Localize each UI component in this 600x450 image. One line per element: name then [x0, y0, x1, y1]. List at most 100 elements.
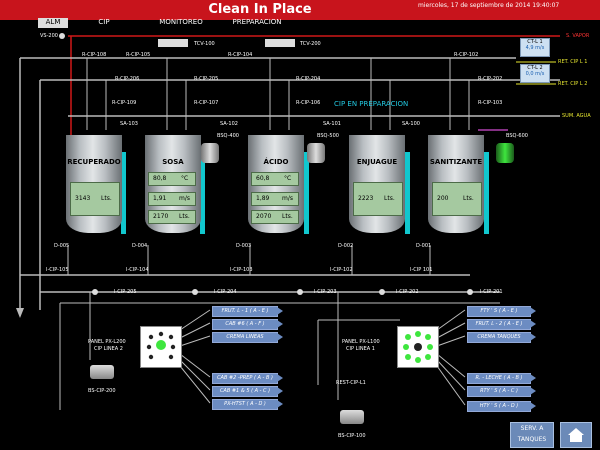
panel-px-l100[interactable] — [397, 326, 439, 368]
flow-value: 1,91 — [153, 195, 167, 202]
pump-label: BS-CIP-200 — [88, 388, 116, 394]
drain-label: D-003 — [236, 243, 252, 249]
dest-left[interactable]: CREMA LINEAS — [212, 332, 283, 343]
dest-left[interactable]: CAB #1 & 5 ( A - C ) — [212, 386, 283, 397]
dest-left[interactable]: CAB #6 ( A - F ) — [212, 319, 283, 330]
prep-status: CIP EN PREPARACION — [334, 100, 409, 108]
flow-unit: m/s — [179, 195, 190, 202]
rest-label: REST-CIP-L1 — [336, 380, 366, 386]
tank-label: SANITIZANTE — [429, 158, 483, 166]
valve-label: SA-101 — [323, 121, 341, 127]
valve-label: TCV-100 — [194, 41, 215, 47]
valve-label: BSQ-400 — [217, 133, 239, 139]
temp-value: 60,8 — [256, 175, 270, 182]
flow-value: 1,89 — [256, 195, 270, 202]
level-unit: Lts. — [463, 195, 474, 202]
valve-label: R-CIP-205 — [194, 76, 219, 82]
panel-px-l200[interactable] — [140, 326, 182, 368]
icip-label: I-CIP-103 — [230, 267, 253, 273]
temp-display: 80,8 °C — [148, 172, 196, 186]
serv-tanques-button[interactable]: SERV. A TANQUES — [510, 422, 554, 448]
line-label-agua: SUM. AGUA — [562, 113, 591, 119]
valve-label: R-CIP-106 — [296, 100, 321, 106]
panel-title: PANEL PX-L100 — [342, 339, 380, 345]
icip-label: I-CIP-201 — [480, 289, 503, 295]
flow-box-l1: CT-L 1 4,9 m/s — [520, 38, 550, 57]
pump-bsq-600[interactable] — [496, 143, 514, 163]
dest-right[interactable]: FTY ' S ( A - E ) — [467, 306, 536, 317]
level-value: 3143 — [75, 195, 91, 202]
valve-label: SA-100 — [402, 121, 420, 127]
valve-label: R-CIP-204 — [296, 76, 321, 82]
valve-label: R-CIP-102 — [454, 52, 479, 58]
level-display: 2070 Lts. — [251, 210, 299, 224]
valve-cluster-icon — [146, 331, 176, 360]
level-value: 2170 — [153, 213, 169, 220]
temp-unit: °C — [284, 175, 292, 182]
valve-cluster-icon — [403, 331, 433, 363]
level-unit: Lts. — [179, 213, 190, 220]
dest-right[interactable]: FRUT. L - 2 ( A - E ) — [467, 319, 536, 330]
home-icon — [568, 428, 584, 442]
temp-unit: °C — [181, 175, 189, 182]
panel-sub: CIP LINEA 1 — [346, 346, 375, 352]
valve-label: TCV-200 — [300, 41, 321, 47]
level-value: 200 — [437, 195, 449, 202]
level-display: 2223 Lts. — [353, 182, 403, 216]
flow-display: 1,89 m/s — [251, 192, 299, 206]
dest-right[interactable]: CREMA TANQUES — [467, 332, 536, 343]
level-display: 2170 Lts. — [148, 210, 196, 224]
motor-bs-cip-200[interactable] — [90, 365, 114, 379]
tank-label: SOSA — [162, 158, 184, 166]
pump-bsq-400[interactable] — [201, 143, 219, 163]
line-label-ret2: RET. CIP L 2 — [558, 81, 588, 87]
dest-right[interactable]: HTY ' S ( A - D ) — [467, 401, 536, 412]
level-unit: Lts. — [101, 195, 112, 202]
dest-right[interactable]: R. - LECHE ( A - B ) — [467, 373, 536, 384]
dest-left[interactable]: CAB #2 -PREP ( A - B ) — [212, 373, 283, 384]
level-value: 2070 — [256, 213, 272, 220]
icip-label: I-CIP 101 — [410, 267, 433, 273]
valve-label: SA-103 — [120, 121, 138, 127]
line-label-ret1: RET. CIP L 1 — [558, 59, 588, 65]
flow-display: 1,91 m/s — [148, 192, 196, 206]
level-value: 2223 — [358, 195, 374, 202]
flow-value: 4,9 m/s — [525, 45, 545, 51]
level-unit: Lts. — [384, 195, 395, 202]
flow-box-l2: CT-L 2 0,0 m/s — [520, 64, 550, 83]
tank-label: ENJUAGUE — [356, 158, 398, 166]
icip-label: I-CIP-102 — [330, 267, 353, 273]
flow-unit: m/s — [282, 195, 293, 202]
valve-label: R-CIP-104 — [228, 52, 253, 58]
level-display: 3143 Lts. — [70, 182, 120, 216]
home-button[interactable] — [560, 422, 592, 448]
valve-label: VS-200 — [40, 33, 58, 39]
pump-bsq-500[interactable] — [307, 143, 325, 163]
dest-right[interactable]: RTY ' S ( A - C ) — [467, 386, 536, 397]
icip-label: I-CIP-105 — [46, 267, 69, 273]
level-unit: Lts. — [282, 213, 293, 220]
flow-value: 0,0 m/s — [525, 71, 545, 77]
valve-label: R-CIP-107 — [194, 100, 219, 106]
icip-label: I-CIP-202 — [396, 289, 419, 295]
icip-label: I-CIP-104 — [126, 267, 149, 273]
drain-label: D-004 — [132, 243, 148, 249]
level-display: 200 Lts. — [432, 182, 482, 216]
temp-display: 60,8 °C — [251, 172, 299, 186]
temp-value: 80,8 — [153, 175, 167, 182]
dest-left[interactable]: FRUT. L - 1 ( A - E ) — [212, 306, 283, 317]
valve-label: BSQ-600 — [506, 133, 528, 139]
pump-label: BS-CIP-100 — [338, 433, 366, 439]
icip-label: I-CIP-203 — [314, 289, 337, 295]
valve-label: R-CIP-108 — [82, 52, 107, 58]
drain-label: D-005 — [54, 243, 70, 249]
icip-label: I-CIP-205 — [114, 289, 137, 295]
valve-label: R-CIP-103 — [478, 100, 503, 106]
tank-label: ÁCIDO — [263, 158, 289, 166]
icip-label: I-CIP-204 — [214, 289, 237, 295]
panel-sub: CIP LINEA 2 — [94, 346, 123, 352]
dest-left[interactable]: PX-HTST ( A - D ) — [212, 399, 283, 410]
motor-bs-cip-100[interactable] — [340, 410, 364, 424]
valve-label: BSQ-500 — [317, 133, 339, 139]
line-label-vapor: S. VAPOR — [566, 33, 590, 39]
